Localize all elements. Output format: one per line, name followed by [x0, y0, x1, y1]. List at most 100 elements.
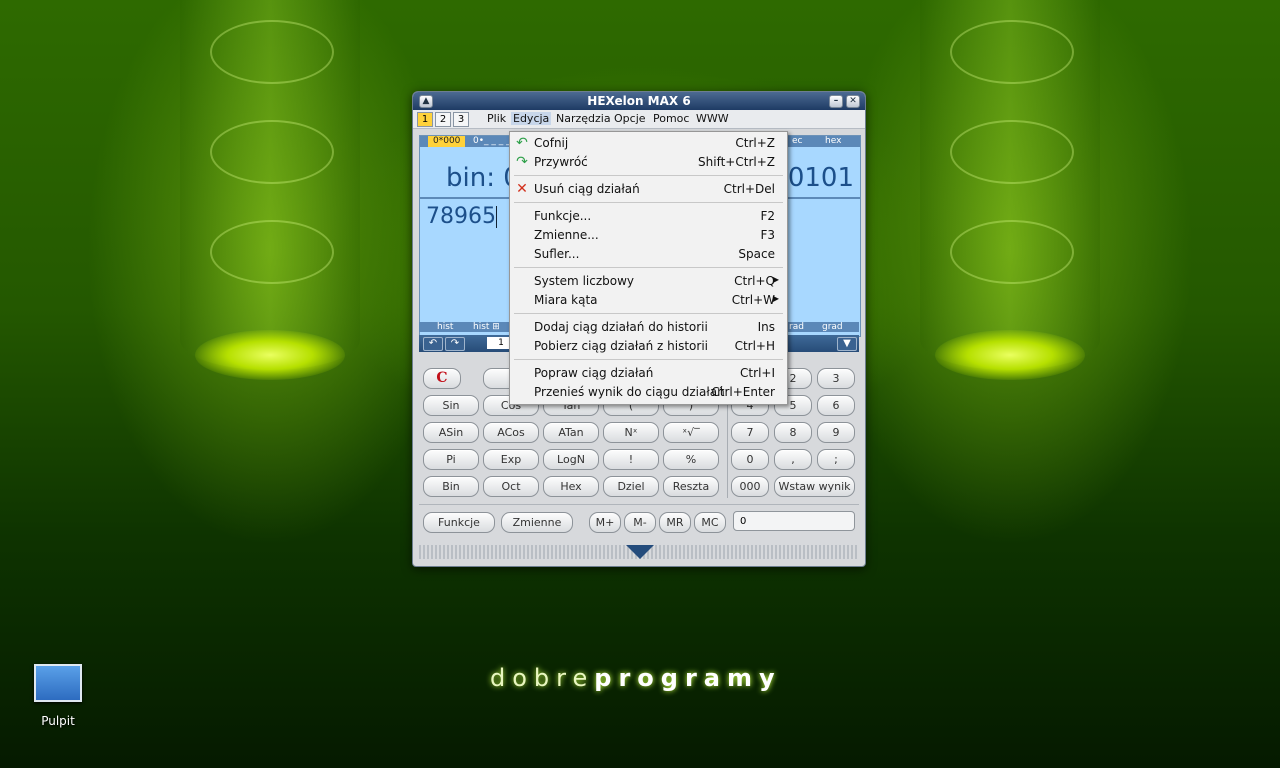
wallpaper-helix	[210, 220, 334, 284]
title-bar[interactable]: ▲ HEXelon MAX 6 – ✕	[413, 92, 865, 110]
key-percent[interactable]: %	[663, 449, 719, 470]
menu-separator	[514, 359, 783, 360]
window-title: HEXelon MAX 6	[587, 94, 691, 108]
angle-grad-tab[interactable]: grad	[822, 322, 843, 332]
preset-1-button[interactable]: 1	[417, 112, 433, 127]
mem-minus-button[interactable]: M-	[624, 512, 656, 533]
expand-arrow-icon[interactable]	[626, 545, 654, 559]
menu-opcje[interactable]: Opcje	[612, 112, 648, 125]
mem-recall-button[interactable]: MR	[659, 512, 691, 533]
menu-separator	[514, 202, 783, 203]
angle-rad-tab[interactable]: rad	[789, 322, 804, 332]
sys-dec-tab[interactable]: ec	[787, 136, 808, 147]
mem-plus-button[interactable]: M+	[589, 512, 621, 533]
memory-value-field[interactable]: 0	[733, 511, 855, 531]
key-dziel[interactable]: Dziel	[603, 476, 659, 497]
expression-input[interactable]: 78965	[426, 204, 497, 229]
menu-item-fix-expression[interactable]: Popraw ciąg działań Ctrl+I	[510, 364, 787, 383]
menu-edycja[interactable]: Edycja	[511, 112, 552, 125]
menu-separator	[514, 267, 783, 268]
wallpaper-brand: dobreprogramy	[490, 664, 782, 692]
menu-item-number-system[interactable]: System liczbowy Ctrl+Q ▶	[510, 272, 787, 291]
chevron-down-icon[interactable]: ▼	[837, 337, 857, 351]
menu-item-label: Popraw ciąg działań	[534, 366, 654, 380]
undo-icon[interactable]: ↶	[423, 337, 443, 351]
key-acos[interactable]: ACos	[483, 422, 539, 443]
menu-item-redo[interactable]: ↷ Przywróć Shift+Ctrl+Z	[510, 153, 787, 172]
minimize-icon[interactable]: –	[829, 95, 843, 108]
menu-separator	[514, 175, 783, 176]
menu-item-label: Funkcje...	[534, 209, 592, 223]
wallpaper-glow	[195, 330, 345, 380]
key-9[interactable]: 9	[817, 422, 855, 443]
menu-item-shortcut: Ctrl+Z	[735, 136, 775, 150]
key-root[interactable]: ˣ√‾	[663, 422, 719, 443]
hist-button[interactable]: hist	[437, 322, 453, 332]
menu-item-shortcut: Ctrl+H	[734, 339, 775, 353]
key-6[interactable]: 6	[817, 395, 855, 416]
sys-hex-tab[interactable]: hex	[820, 136, 846, 147]
menu-item-delete[interactable]: ✕ Usuń ciąg działań Ctrl+Del	[510, 180, 787, 199]
key-exp[interactable]: Exp	[483, 449, 539, 470]
menu-item-get-history[interactable]: Pobierz ciąg działań z historii Ctrl+H	[510, 337, 787, 356]
key-bin[interactable]: Bin	[423, 476, 479, 497]
brand-bold: programy	[594, 664, 782, 692]
wallpaper-helix	[210, 120, 334, 184]
menu-item-undo[interactable]: ↶ Cofnij Ctrl+Z	[510, 134, 787, 153]
key-comma[interactable]: ,	[774, 449, 812, 470]
preset-3-button[interactable]: 3	[453, 112, 469, 127]
key-logn[interactable]: LogN	[543, 449, 599, 470]
close-icon[interactable]: ✕	[846, 95, 860, 108]
preset-2-button[interactable]: 2	[435, 112, 451, 127]
desktop-icon-pulpit[interactable]: Pulpit	[30, 664, 86, 728]
menu-item-shortcut: Ins	[757, 320, 775, 334]
key-oct[interactable]: Oct	[483, 476, 539, 497]
key-0[interactable]: 0	[731, 449, 769, 470]
menu-bar: 1 2 3 Plik Edycja Narzędzia Opcje Pomoc …	[413, 110, 865, 129]
menu-item-add-history[interactable]: Dodaj ciąg działań do historii Ins	[510, 318, 787, 337]
menu-pomoc[interactable]: Pomoc	[651, 112, 691, 125]
menu-narzedzia[interactable]: Narzędzia	[554, 112, 613, 125]
key-7[interactable]: 7	[731, 422, 769, 443]
menu-item-label: Dodaj ciąg działań do historii	[534, 320, 708, 334]
menu-item-label: Zmienne...	[534, 228, 599, 242]
key-factorial[interactable]: !	[603, 449, 659, 470]
edit-dropdown-menu: ↶ Cofnij Ctrl+Z ↷ Przywróć Shift+Ctrl+Z …	[509, 131, 788, 405]
key-asin[interactable]: ASin	[423, 422, 479, 443]
key-pi[interactable]: Pi	[423, 449, 479, 470]
key-atan[interactable]: ATan	[543, 422, 599, 443]
menu-item-angle-unit[interactable]: Miara kąta Ctrl+W ▶	[510, 291, 787, 310]
menu-item-move-result[interactable]: Przenieś wynik do ciągu działań Ctrl+Ent…	[510, 383, 787, 402]
menu-item-shortcut: Ctrl+Del	[723, 182, 775, 196]
menu-www[interactable]: WWW	[694, 112, 731, 125]
menu-item-label: Usuń ciąg działań	[534, 182, 640, 196]
format-indicator[interactable]: 0*000	[428, 136, 466, 147]
redo-icon[interactable]: ↷	[445, 337, 465, 351]
key-hex[interactable]: Hex	[543, 476, 599, 497]
menu-item-shortcut: Ctrl+Q	[734, 274, 775, 288]
insert-result-button[interactable]: Wstaw wynik	[774, 476, 855, 497]
clear-button[interactable]: C	[423, 368, 461, 389]
key-8[interactable]: 8	[774, 422, 812, 443]
mem-clear-button[interactable]: MC	[694, 512, 726, 533]
key-reszta[interactable]: Reszta	[663, 476, 719, 497]
key-3[interactable]: 3	[817, 368, 855, 389]
hist-add-button[interactable]: hist ⊞	[473, 322, 500, 332]
menu-item-shortcut: Shift+Ctrl+Z	[698, 155, 775, 169]
menu-item-functions[interactable]: Funkcje... F2	[510, 207, 787, 226]
key-sin[interactable]: Sin	[423, 395, 479, 416]
key-semicolon[interactable]: ;	[817, 449, 855, 470]
variables-button[interactable]: Zmienne	[501, 512, 573, 533]
menu-item-variables[interactable]: Zmienne... F3	[510, 226, 787, 245]
key-power[interactable]: Nˣ	[603, 422, 659, 443]
menu-plik[interactable]: Plik	[485, 112, 508, 125]
menu-item-shortcut: F2	[760, 209, 775, 223]
window-menu-icon[interactable]: ▲	[419, 95, 433, 108]
delete-icon: ✕	[516, 181, 528, 197]
menu-item-label: Przywróć	[534, 155, 588, 169]
menu-item-prompter[interactable]: Sufler... Space	[510, 245, 787, 264]
monitor-icon	[34, 664, 82, 702]
functions-button[interactable]: Funkcje	[423, 512, 495, 533]
text-caret	[496, 206, 497, 228]
key-000[interactable]: 000	[731, 476, 769, 497]
